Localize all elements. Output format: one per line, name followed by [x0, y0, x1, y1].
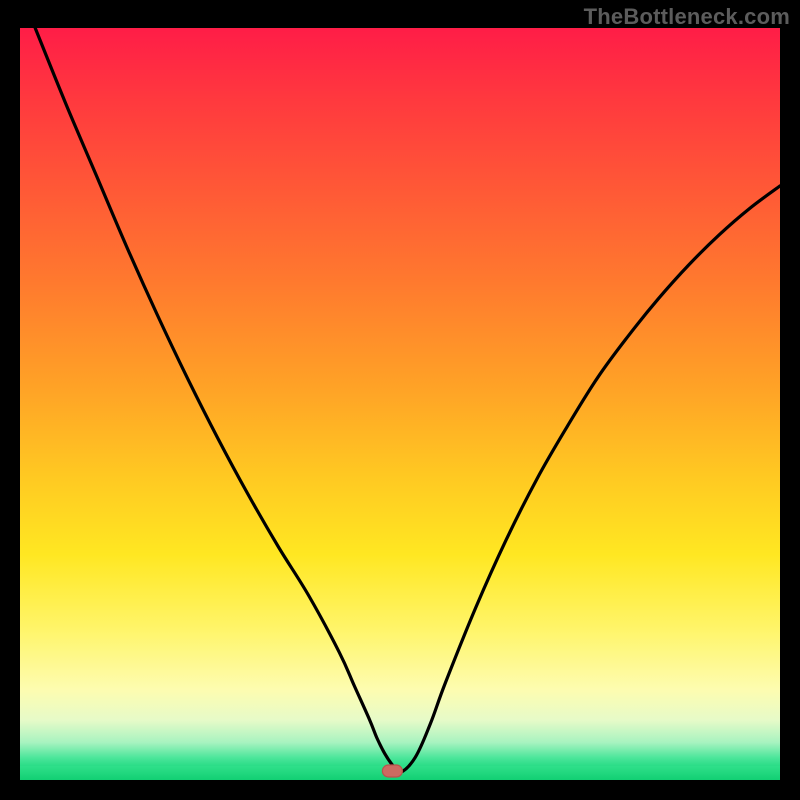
watermark-text: TheBottleneck.com: [584, 4, 790, 30]
curve-svg: [20, 28, 780, 780]
plot-area: [20, 28, 780, 780]
chart-frame: TheBottleneck.com: [0, 0, 800, 800]
bottleneck-curve-path: [35, 28, 780, 773]
minimum-marker: [382, 765, 402, 777]
